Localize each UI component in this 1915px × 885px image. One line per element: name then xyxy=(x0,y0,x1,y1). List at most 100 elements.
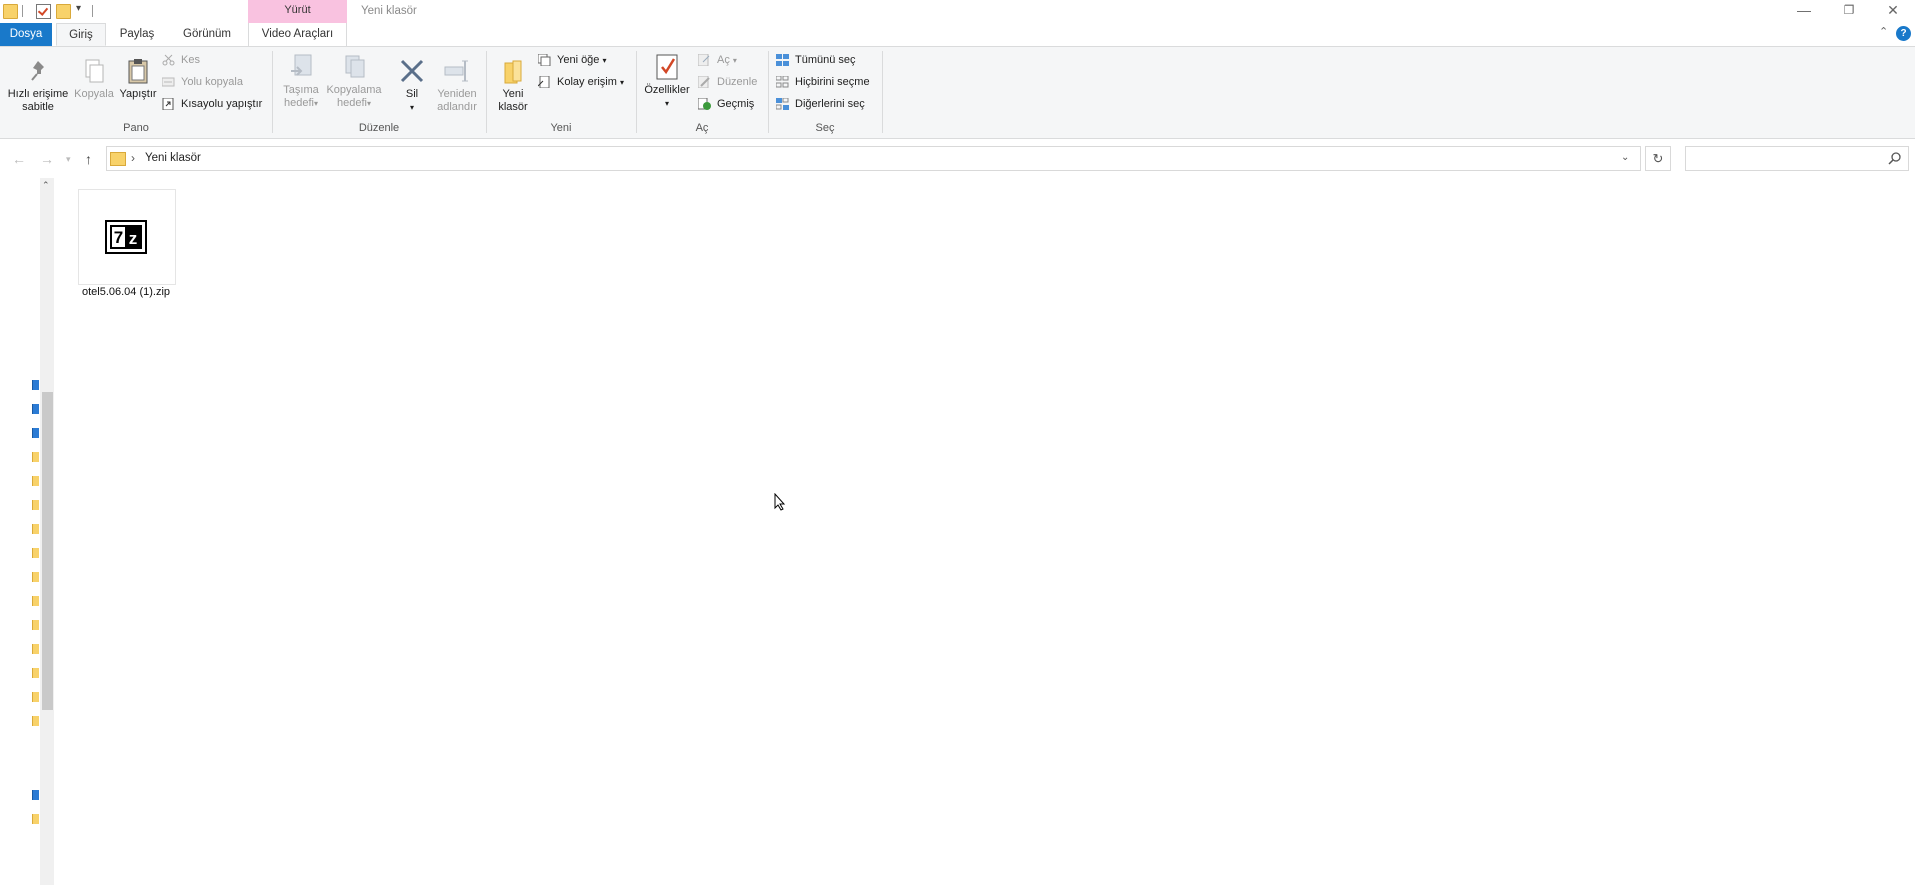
invert-selection-icon xyxy=(776,98,789,110)
edit-label: Düzenle xyxy=(717,76,758,88)
file-name-label[interactable]: otel5.06.04 (1).zip xyxy=(66,286,186,298)
properties-button[interactable]: Özellikler ▾ xyxy=(640,53,694,110)
nav-folder-icon[interactable] xyxy=(32,814,39,824)
cut-label: Kes xyxy=(181,54,200,66)
new-item-button[interactable]: Yeni öğe ▾ xyxy=(538,51,607,69)
copy-to-button[interactable]: Kopyalama hedefi▾ xyxy=(326,53,382,110)
tab-share[interactable]: Paylaş xyxy=(110,23,164,46)
cut-button[interactable]: Kes xyxy=(162,51,200,69)
help-icon[interactable]: ? xyxy=(1896,26,1911,41)
refresh-button[interactable]: ↻ xyxy=(1645,146,1671,171)
new-item-label: Yeni öğe xyxy=(557,54,600,66)
properties-quick-access-icon[interactable] xyxy=(36,4,51,19)
invert-selection-button[interactable]: Diğerlerini seç xyxy=(776,95,865,113)
search-input[interactable] xyxy=(1685,146,1909,171)
divider xyxy=(882,51,883,133)
nav-folder-icon[interactable] xyxy=(32,452,39,462)
divider xyxy=(272,51,273,133)
scroll-up-icon[interactable]: ⌃ xyxy=(42,180,50,191)
copy-label: Kopyala xyxy=(74,88,114,100)
context-tab-header: Yürüt xyxy=(248,0,347,24)
nav-folder-icon[interactable] xyxy=(32,476,39,486)
search-icon xyxy=(1888,151,1902,165)
nav-folder-icon[interactable] xyxy=(32,716,39,726)
copy-to-icon xyxy=(340,53,368,81)
rename-label-line1: Yeniden xyxy=(437,88,477,100)
history-button[interactable]: Geçmiş xyxy=(698,95,754,113)
nav-item-icon[interactable] xyxy=(32,404,39,414)
tab-view[interactable]: Görünüm xyxy=(170,23,244,46)
open-icon xyxy=(698,54,711,66)
nav-folder-icon[interactable] xyxy=(32,596,39,606)
group-label-organize: Düzenle xyxy=(358,122,400,134)
address-row: ← → ▾ ↑ › Yeni klasör ⌄ ↻ xyxy=(0,146,1915,172)
pin-label-line1: Hızlı erişime xyxy=(7,88,69,100)
up-arrow-icon[interactable]: ↑ xyxy=(85,151,92,167)
minimize-button[interactable]: — xyxy=(1781,0,1827,22)
select-all-button[interactable]: Tümünü seç xyxy=(776,51,856,69)
easy-access-label: Kolay erişim xyxy=(557,76,617,88)
tab-video-tools[interactable]: Video Araçları xyxy=(248,23,347,46)
copy-path-button[interactable]: Yolu kopyala xyxy=(162,73,243,91)
scissors-icon xyxy=(162,54,175,66)
tab-home[interactable]: Giriş xyxy=(56,23,106,46)
new-folder-button[interactable]: Yeni klasör xyxy=(492,57,534,114)
nav-item-icon[interactable] xyxy=(32,380,39,390)
nav-folder-icon[interactable] xyxy=(32,548,39,558)
new-folder-quick-access-icon[interactable] xyxy=(56,4,71,19)
history-label: Geçmiş xyxy=(717,98,755,110)
delete-x-icon xyxy=(398,57,426,85)
back-arrow-icon[interactable]: ← xyxy=(12,151,26,167)
address-bar[interactable]: › Yeni klasör ⌄ xyxy=(106,146,1641,171)
nav-folder-icon[interactable] xyxy=(32,572,39,582)
nav-folder-icon[interactable] xyxy=(32,644,39,654)
divider xyxy=(22,5,23,17)
scrollbar-thumb[interactable] xyxy=(42,392,53,710)
new-folder-label-line2: klasör xyxy=(498,101,528,113)
paste-button[interactable]: Yapıştır xyxy=(116,57,160,101)
divider xyxy=(92,5,93,17)
nav-item-icon[interactable] xyxy=(32,790,39,800)
nav-folder-icon[interactable] xyxy=(32,620,39,630)
select-all-label: Tümünü seç xyxy=(795,54,856,66)
nav-folder-icon[interactable] xyxy=(32,524,39,534)
tab-file[interactable]: Dosya xyxy=(0,23,52,46)
folder-icon xyxy=(3,4,18,19)
paste-icon xyxy=(124,57,152,85)
pin-quick-access-button[interactable]: Hızlı erişime sabitle xyxy=(4,57,72,114)
customize-quick-access-icon[interactable]: ▾ xyxy=(76,3,81,14)
properties-icon xyxy=(653,53,681,81)
select-none-button[interactable]: Hiçbirini seçme xyxy=(776,73,870,91)
forward-arrow-icon[interactable]: → xyxy=(40,151,54,167)
nav-folder-icon[interactable] xyxy=(32,692,39,702)
easy-access-button[interactable]: Kolay erişim ▾ xyxy=(538,73,624,91)
breadcrumb-separator[interactable]: › xyxy=(131,151,135,165)
nav-folder-icon[interactable] xyxy=(32,668,39,678)
edit-icon xyxy=(698,76,711,88)
breadcrumb-current[interactable]: Yeni klasör xyxy=(145,152,201,164)
nav-folder-icon[interactable] xyxy=(32,500,39,510)
move-to-label-line2: hedefi xyxy=(284,97,314,109)
ribbon: Hızlı erişime sabitle Kopyala Yapıştır K… xyxy=(0,47,1915,139)
group-label-new: Yeni xyxy=(550,122,572,134)
history-icon xyxy=(698,98,711,110)
restore-button[interactable]: ❐ xyxy=(1826,0,1872,22)
copy-button[interactable]: Kopyala xyxy=(72,57,116,101)
rename-button[interactable]: Yeniden adlandır xyxy=(432,57,482,114)
select-all-icon xyxy=(776,54,789,66)
collapse-ribbon-icon[interactable]: ⌃ xyxy=(1879,25,1888,38)
edit-button[interactable]: Düzenle xyxy=(698,73,757,91)
delete-button[interactable]: Sil ▾ xyxy=(398,57,426,114)
address-history-chevron-icon[interactable]: ⌄ xyxy=(1621,152,1629,163)
file-item[interactable]: 7 z xyxy=(78,189,176,285)
copy-icon xyxy=(80,57,108,85)
nav-item-icon[interactable] xyxy=(32,428,39,438)
close-button[interactable]: ✕ xyxy=(1870,0,1915,22)
mouse-cursor-icon xyxy=(774,493,786,511)
move-to-button[interactable]: Taşıma hedefi▾ xyxy=(276,53,326,110)
open-button[interactable]: Aç ▾ xyxy=(698,51,737,69)
7z-archive-icon: 7 z xyxy=(105,220,147,254)
7z-icon-text-7: 7 xyxy=(114,228,123,247)
paste-shortcut-button[interactable]: Kısayolu yapıştır xyxy=(162,95,262,113)
recent-locations-chevron-icon[interactable]: ▾ xyxy=(66,154,71,165)
